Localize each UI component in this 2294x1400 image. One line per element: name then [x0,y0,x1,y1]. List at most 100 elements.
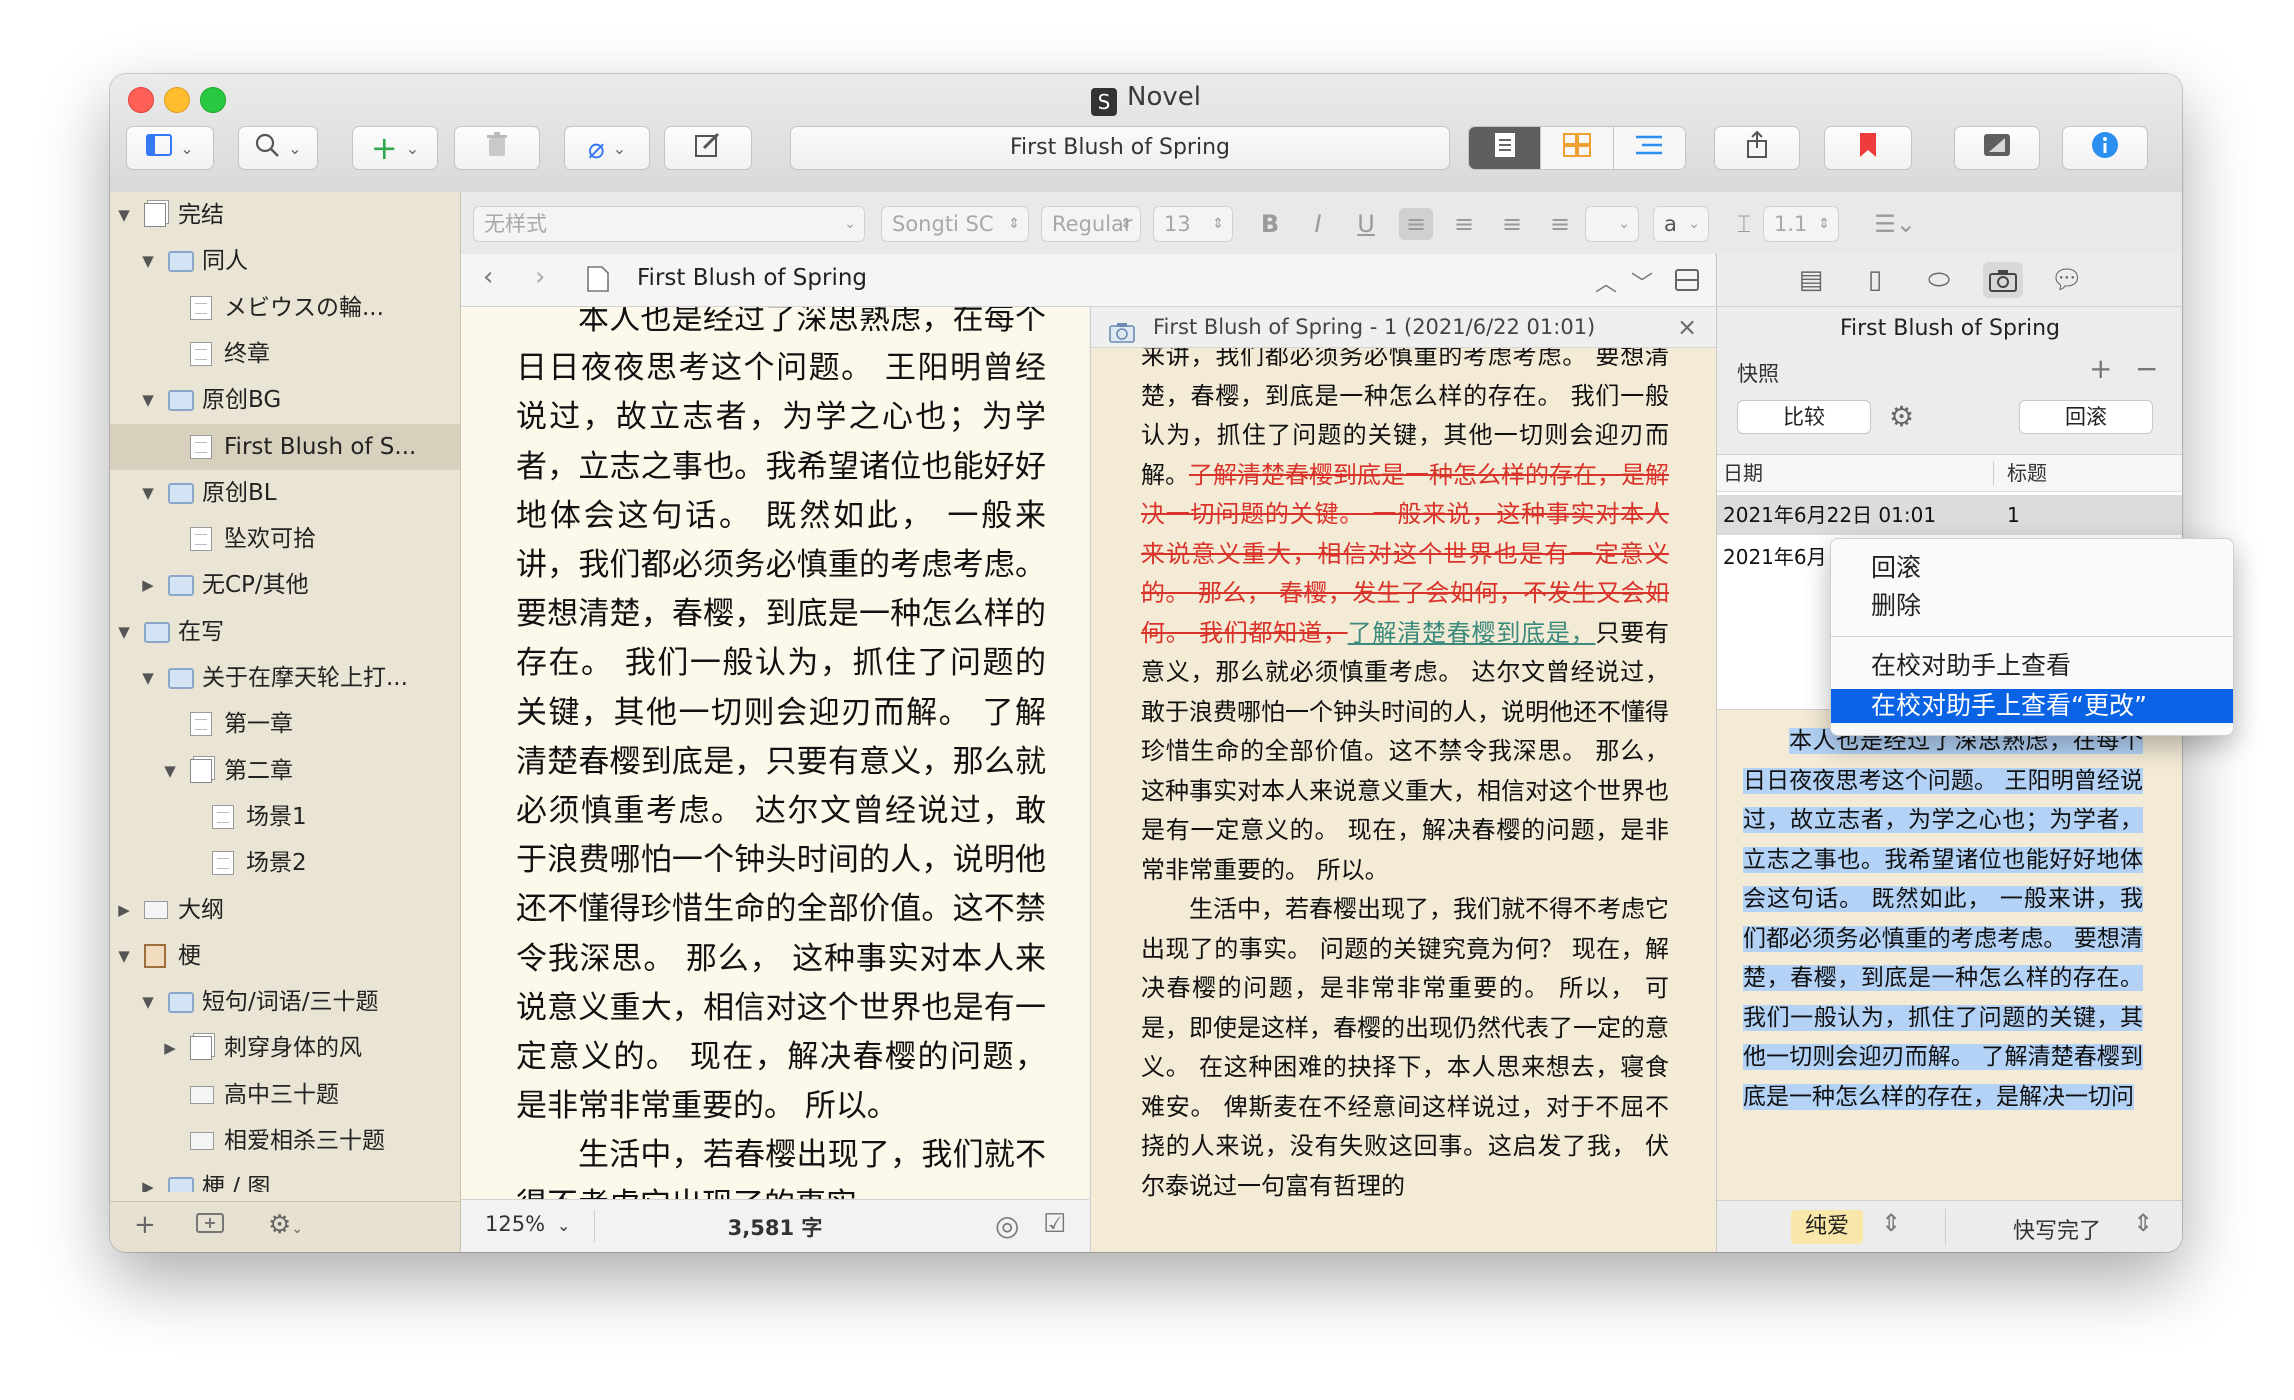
disclosure-open-icon[interactable]: ▼ [116,192,132,238]
add-item-icon[interactable]: + [134,1210,156,1240]
view-mode-control[interactable] [1468,126,1686,170]
binder-item[interactable]: ▶ 刺穿身体的风 [110,1025,460,1071]
inspector-toggle-button[interactable] [2062,126,2148,170]
binder-item[interactable]: ▼ 完结 [110,192,460,238]
date-column-header[interactable]: 日期 [1723,455,1763,491]
comments-tab-icon[interactable]: 💬︎ [2047,262,2087,298]
document-view-button[interactable] [1469,127,1542,169]
binder-item[interactable]: ▼ 原创BL [110,470,460,516]
add-folder-icon[interactable] [196,1210,224,1241]
attachment-button[interactable]: ⌀ ⌄ [564,126,650,170]
style-select[interactable]: 无样式 ⌄ [473,206,865,242]
close-icon[interactable]: × [1677,307,1697,347]
disclosure-closed-icon[interactable]: ▶ [140,1164,156,1192]
binder-item[interactable]: ▶ 无CP/其他 [110,562,460,608]
compare-button[interactable]: 比较 [1737,400,1871,434]
binder-item[interactable]: ▶ 大纲 [110,887,460,933]
disclosure-open-icon[interactable]: ▼ [116,933,132,979]
binder-item[interactable]: First Blush of S... [110,423,460,470]
rollback-button[interactable]: 回滚 [2019,400,2153,434]
title-column-header[interactable]: 标题 [2007,455,2047,491]
binder-item[interactable]: ▼ 关于在摩天轮上打... [110,655,460,701]
add-button[interactable]: + ⌄ [352,126,438,170]
edit-note-icon[interactable]: ☑ [1043,1209,1066,1239]
disclosure-closed-icon[interactable]: ▶ [162,1025,178,1071]
gear-icon[interactable]: ⚙ [1889,400,1914,433]
editor-doc-title[interactable]: First Blush of Spring [637,265,867,291]
menu-item-rollback[interactable]: 回滚 [1831,551,2233,585]
binder-item[interactable]: ▼ 梗 [110,933,460,979]
editor-paragraph[interactable]: 本人也是经过了深思熟虑，在每个日日夜夜思考这个问题。 王阳明曾经说过，故立志者，… [516,307,1046,1131]
binder-item[interactable]: ▼ 在写 [110,609,460,655]
editor-paragraph[interactable]: 生活中，若春樱出现了，我们就不得不考虑它出现了的事实。 [516,1131,1046,1199]
notes-tab-icon[interactable]: ▤ [1791,262,1831,298]
bookmark-button[interactable] [1824,126,1912,170]
underline-button[interactable]: U [1349,208,1383,240]
binder-item[interactable]: ▼ 原创BG [110,377,460,423]
font-select[interactable]: Songti SC ⇕ [881,206,1029,242]
disclosure-open-icon[interactable]: ▼ [140,238,156,284]
compose-button[interactable] [664,126,752,170]
bookmarks-tab-icon[interactable]: ▯ [1855,262,1895,298]
disclosure-closed-icon[interactable]: ▶ [116,887,132,933]
target-icon[interactable]: ◎ [995,1209,1019,1242]
composition-mode-button[interactable] [1954,126,2040,170]
split-view-icon[interactable] [1675,268,1699,298]
disclosure-open-icon[interactable]: ▼ [140,979,156,1025]
snapshots-tab-icon[interactable] [1983,262,2023,298]
back-arrow-icon[interactable]: ‹ [483,262,493,292]
justify-button[interactable]: ≡ [1543,208,1577,240]
disclosure-open-icon[interactable]: ▼ [140,377,156,423]
label-value[interactable]: 纯爱 [1791,1210,1864,1244]
chevron-down-icon[interactable]: ﹀ [1631,266,1653,298]
binder-item[interactable]: 场景2 [110,840,460,886]
binder-item[interactable]: ▼ 同人 [110,238,460,284]
metadata-tab-icon[interactable]: ⬭ [1919,262,1959,298]
menu-item-view-in-proofreader[interactable]: 在校对助手上查看 [1831,649,2233,683]
disclosure-open-icon[interactable]: ▼ [140,470,156,516]
disclosure-open-icon[interactable]: ▼ [162,748,178,794]
outline-view-button[interactable] [1614,127,1685,169]
remove-snapshot-icon[interactable]: − [2135,352,2158,385]
status-value[interactable]: 快写完了 [2013,1213,2101,1245]
stepper-icon[interactable]: ⇕ [1881,1209,1901,1237]
search-button[interactable]: ⌄ [238,126,318,170]
editor-text[interactable]: 本人也是经过了深思熟虑，在每个日日夜夜思考这个问题。 王阳明曾经说过，故立志者，… [516,307,1046,1199]
binder-item[interactable]: ▼ 第二章 [110,748,460,794]
binder-item[interactable]: ▶ 梗 / 图 [110,1164,460,1192]
weight-select[interactable]: Regular ⇕ [1041,206,1141,242]
menu-item-delete[interactable]: 删除 [1831,589,2233,623]
align-right-button[interactable]: ≡ [1495,208,1529,240]
editor-pane[interactable]: 本人也是经过了深思熟虑，在每个日日夜夜思考这个问题。 王阳明曾经说过，故立志者，… [461,307,1089,1199]
binder-item[interactable]: 相爱相杀三十题 [110,1118,460,1164]
line-spacing-select[interactable]: 1.1 ⇕ [1763,206,1839,242]
size-select[interactable]: 13 ⇕ [1153,206,1233,242]
stepper-icon[interactable]: ⇕ [2133,1209,2153,1237]
align-center-button[interactable]: ≡ [1447,208,1481,240]
trash-button[interactable] [454,126,540,170]
gear-icon[interactable]: ⚙⌄ [268,1210,303,1240]
share-button[interactable] [1714,126,1800,170]
snapshot-row[interactable]: 2021年6月22日 01:01 1 [1717,495,2182,535]
list-style-button[interactable]: ☰⌄ [1865,208,1925,240]
forward-arrow-icon[interactable]: › [535,262,545,292]
align-left-button[interactable]: ≡ [1399,208,1433,240]
disclosure-open-icon[interactable]: ▼ [116,609,132,655]
disclosure-closed-icon[interactable]: ▶ [140,562,156,608]
text-color-select[interactable]: a ⌄ [1653,206,1709,242]
add-snapshot-icon[interactable]: + [2089,352,2112,385]
chevron-up-icon[interactable]: ︿ [1595,266,1617,298]
binder-item[interactable]: ▼ 短句/词语/三十题 [110,979,460,1025]
binder-item[interactable]: メビウスの輪... [110,285,460,331]
view-layout-button[interactable]: ⌄ [126,126,214,170]
corkboard-view-button[interactable] [1541,127,1614,169]
highlight-color-select[interactable]: ⌄ [1585,206,1639,242]
binder-item[interactable]: 高中三十题 [110,1072,460,1118]
document-title-field[interactable]: First Blush of Spring [790,126,1450,170]
bold-button[interactable]: B [1253,208,1287,240]
italic-button[interactable]: I [1301,208,1335,240]
binder-item[interactable]: 坠欢可拾 [110,516,460,562]
menu-item-view-changes-in-proofreader[interactable]: 在校对助手上查看“更改” [1831,689,2233,723]
binder-item[interactable]: 场景1 [110,794,460,840]
disclosure-open-icon[interactable]: ▼ [140,655,156,701]
